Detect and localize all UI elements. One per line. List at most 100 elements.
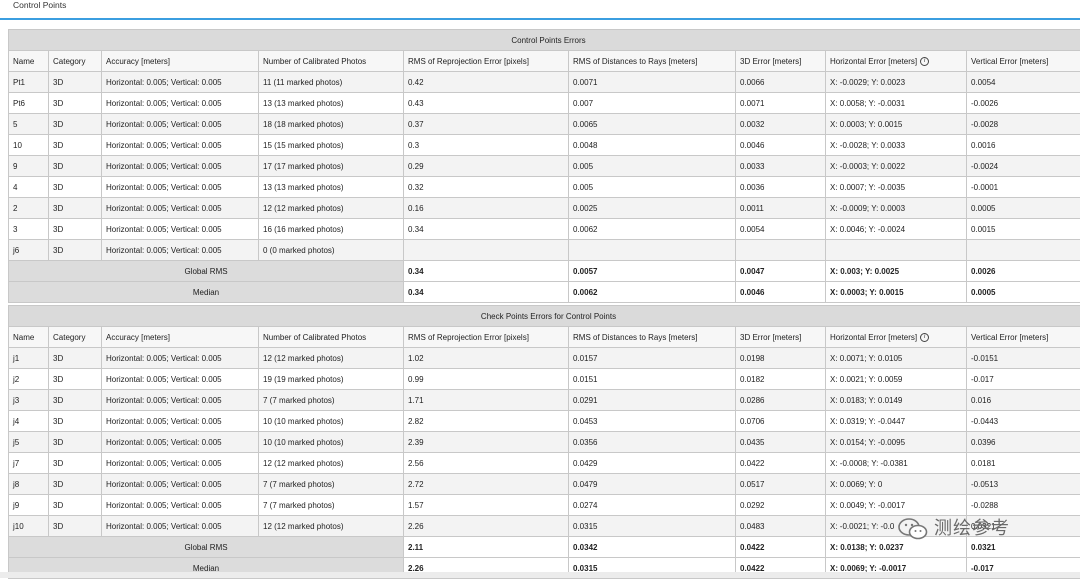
table-cell: 3D [49,156,102,177]
table-cell [736,240,826,261]
table-row: 103DHorizontal: 0.005; Vertical: 0.00515… [9,135,1080,156]
table-cell: -0.0151 [967,348,1080,369]
table-cell: 2.56 [404,453,569,474]
table-cell: 9 [9,156,49,177]
table-cell: X: 0.0003; Y: 0.0015 [826,114,967,135]
table-cell: 0.0011 [736,198,826,219]
table-cell: Horizontal: 0.005; Vertical: 0.005 [102,240,259,261]
table-row: j73DHorizontal: 0.005; Vertical: 0.00512… [9,453,1080,474]
table-row: j33DHorizontal: 0.005; Vertical: 0.0057 … [9,390,1080,411]
table-cell: 3D [49,219,102,240]
table-caption: Check Points Errors for Control Points [9,306,1080,327]
table-cell: 3D [49,114,102,135]
summary-cell: 0.0047 [736,261,826,282]
summary-cell: 0.0342 [569,537,736,558]
table-cell: 0.0274 [569,495,736,516]
table-row: 93DHorizontal: 0.005; Vertical: 0.00517 … [9,156,1080,177]
table-cell: Horizontal: 0.005; Vertical: 0.005 [102,369,259,390]
table-cell: 3D [49,369,102,390]
table-cell: 11 (11 marked photos) [259,72,404,93]
table-cell: 3D [49,93,102,114]
table-cell: 0.0453 [569,411,736,432]
table-cell: 0.0151 [569,369,736,390]
table-cell: X: -0.0028; Y: 0.0033 [826,135,967,156]
table-cell: 1.02 [404,348,569,369]
column-header: RMS of Distances to Rays [meters] [569,327,736,348]
table-cell: -0.0001 [967,177,1080,198]
table-cell: 0.0054 [736,219,826,240]
table-cell: 12 (12 marked photos) [259,348,404,369]
table-cell: 0.0054 [967,72,1080,93]
table-cell: Horizontal: 0.005; Vertical: 0.005 [102,495,259,516]
summary-cell: X: 0.0003; Y: 0.0015 [826,282,967,303]
table-row: Pt13DHorizontal: 0.005; Vertical: 0.0051… [9,72,1080,93]
table-cell: 0.0065 [569,114,736,135]
table-cell: j9 [9,495,49,516]
table-cell: 13 (13 marked photos) [259,93,404,114]
info-icon[interactable]: i [920,333,929,342]
table-cell: Horizontal: 0.005; Vertical: 0.005 [102,411,259,432]
table-cell: 0.0483 [736,516,826,537]
table-row: j43DHorizontal: 0.005; Vertical: 0.00510… [9,411,1080,432]
table-cell: 3D [49,177,102,198]
table-cell: -0.0026 [967,93,1080,114]
table-cell: 0.0032 [736,114,826,135]
table-cell: Horizontal: 0.005; Vertical: 0.005 [102,432,259,453]
table-cell: j5 [9,432,49,453]
table-cell: 3D [49,72,102,93]
table-cell: 0.0071 [569,72,736,93]
page-header: Control Points [0,0,1080,20]
watermark-text: 测绘参考 [934,518,1010,538]
table-cell: Horizontal: 0.005; Vertical: 0.005 [102,474,259,495]
column-header: Number of Calibrated Photos [259,51,404,72]
table-cell: 10 (10 marked photos) [259,411,404,432]
table-cell: 15 (15 marked photos) [259,135,404,156]
table-cell: Pt6 [9,93,49,114]
summary-cell: 0.34 [404,261,569,282]
table-row: Pt63DHorizontal: 0.005; Vertical: 0.0051… [9,93,1080,114]
table-cell: X: -0.0009; Y: 0.0003 [826,198,967,219]
column-header: Number of Calibrated Photos [259,327,404,348]
table-cell: 7 (7 marked photos) [259,390,404,411]
summary-cell: 0.0422 [736,537,826,558]
table-cell: 0.16 [404,198,569,219]
table-cell: 2.39 [404,432,569,453]
column-header: 3D Error [meters] [736,327,826,348]
table-cell: X: 0.0154; Y: -0.0095 [826,432,967,453]
column-header: Horizontal Error [meters]i [826,327,967,348]
table-cell: 0.0181 [967,453,1080,474]
table-cell: X: 0.0007; Y: -0.0035 [826,177,967,198]
table-cell: 0.0036 [736,177,826,198]
table-cell [569,240,736,261]
table-row: 43DHorizontal: 0.005; Vertical: 0.00513 … [9,177,1080,198]
table-cell: 4 [9,177,49,198]
table-row: j23DHorizontal: 0.005; Vertical: 0.00519… [9,369,1080,390]
table-cell: X: 0.0069; Y: 0 [826,474,967,495]
table-cell: 0.0422 [736,453,826,474]
info-icon[interactable]: i [920,57,929,66]
table-cell: 16 (16 marked photos) [259,219,404,240]
table-cell [967,240,1080,261]
column-header: Horizontal Error [meters]i [826,51,967,72]
column-header: Name [9,327,49,348]
table-cell: 7 (7 marked photos) [259,474,404,495]
table-cell: 0.0157 [569,348,736,369]
summary-cell: 0.34 [404,282,569,303]
table-cell: 3D [49,453,102,474]
table-cell: j2 [9,369,49,390]
table-cell: 17 (17 marked photos) [259,156,404,177]
table-row: 33DHorizontal: 0.005; Vertical: 0.00516 … [9,219,1080,240]
table-cell: 0.016 [967,390,1080,411]
table-cell: 12 (12 marked photos) [259,198,404,219]
table-cell: 2 [9,198,49,219]
table-cell: Horizontal: 0.005; Vertical: 0.005 [102,198,259,219]
table-cell: Horizontal: 0.005; Vertical: 0.005 [102,390,259,411]
table-cell: Horizontal: 0.005; Vertical: 0.005 [102,453,259,474]
table-cell: -0.0443 [967,411,1080,432]
table-cell: 18 (18 marked photos) [259,114,404,135]
summary-cell: 2.11 [404,537,569,558]
table-cell: 0.0062 [569,219,736,240]
column-header: Vertical Error [meters] [967,51,1080,72]
column-header: Accuracy [meters] [102,327,259,348]
table-row: j53DHorizontal: 0.005; Vertical: 0.00510… [9,432,1080,453]
